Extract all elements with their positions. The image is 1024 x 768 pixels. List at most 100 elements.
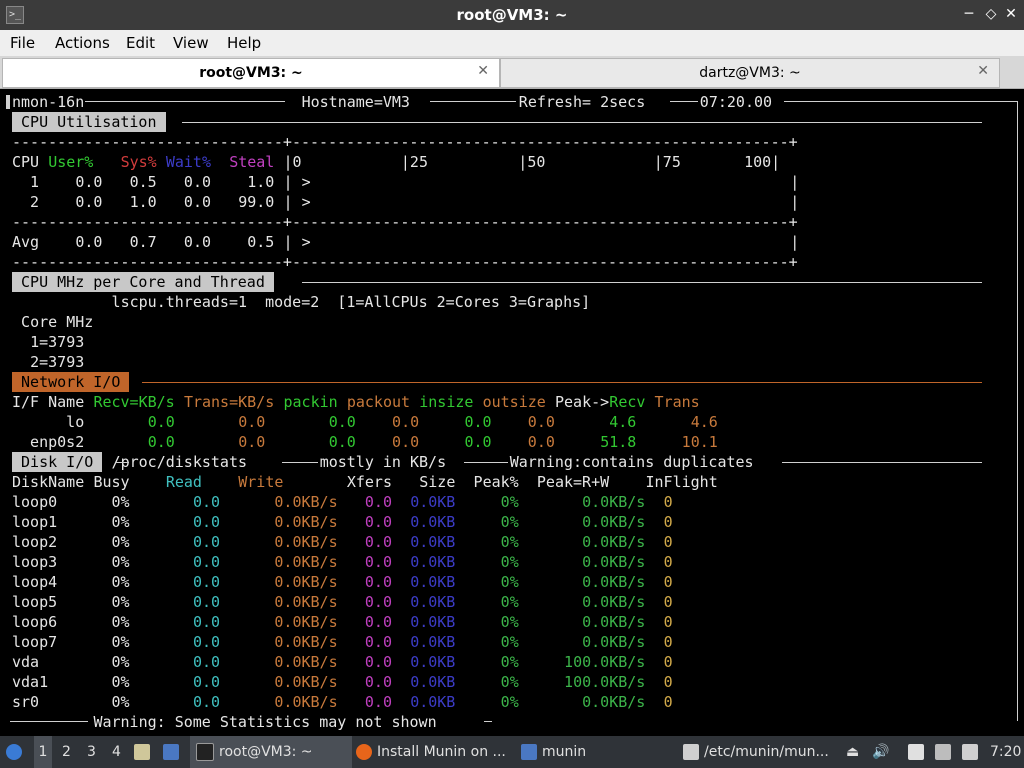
workspace-3[interactable]: 3 <box>87 736 96 768</box>
volume-icon[interactable]: 🔊 <box>872 736 889 768</box>
disk-inflight: 0 <box>663 593 673 611</box>
disk-col-inflight: InFlight <box>645 473 718 491</box>
cpu-divider: ------------------------------+---------… <box>12 133 798 151</box>
disk-read: 0.0 <box>174 653 221 671</box>
task-folder-label: munin <box>542 744 587 760</box>
close-tab-icon[interactable]: ✕ <box>977 63 989 79</box>
disk-size: 0.0KB <box>410 493 456 511</box>
disk-xfers: 0.0 <box>346 533 392 551</box>
disk-read: 0.0 <box>174 553 221 571</box>
editor-icon <box>683 744 699 760</box>
clock[interactable]: 7:20 <box>990 736 1021 768</box>
menu-actions[interactable]: Actions <box>55 34 110 52</box>
task-editor[interactable]: /etc/munin/mun... <box>683 736 829 768</box>
disk-busy: 0% <box>102 693 130 711</box>
disk-inflight: 0 <box>663 493 673 511</box>
taskbar: 1 2 3 4 root@VM3: ~ Install Munin on ...… <box>0 736 1024 768</box>
terminal-view[interactable]: nmon-16n Hostname=VM3 Refresh= 2secs 07:20.… <box>0 89 1024 735</box>
separator-line <box>484 721 492 722</box>
task-folder[interactable]: munin <box>521 736 586 768</box>
disk-xfers: 0.0 <box>346 673 392 691</box>
cpu-wait: 0.0 <box>174 193 212 211</box>
task-firefox[interactable]: Install Munin on ... <box>356 736 506 768</box>
start-menu-icon[interactable] <box>6 736 27 768</box>
disk-name: loop2 <box>12 533 58 551</box>
disk-name: loop1 <box>12 513 58 531</box>
disk-inflight: 0 <box>663 693 673 711</box>
notification-icon[interactable] <box>962 736 983 768</box>
disk-inflight: 0 <box>663 613 673 631</box>
tab-dartz[interactable]: dartz@VM3: ~ ✕ <box>500 58 1000 88</box>
workspace-4[interactable]: 4 <box>112 736 121 768</box>
menu-view[interactable]: View <box>173 34 209 52</box>
eject-icon[interactable]: ⏏ <box>846 736 859 768</box>
tab-root[interactable]: root@VM3: ~ ✕ <box>2 58 500 88</box>
firefox-icon <box>356 744 372 760</box>
menu-help[interactable]: Help <box>227 34 261 52</box>
disk-inflight: 0 <box>663 653 673 671</box>
menu-file[interactable]: File <box>10 34 35 52</box>
cpu-bar-border: | <box>283 233 293 251</box>
disk-read: 0.0 <box>174 593 221 611</box>
disk-read: 0.0 <box>174 613 221 631</box>
disk-inflight: 0 <box>663 553 673 571</box>
net-col-trans: Trans=KB/s <box>183 393 275 411</box>
disk-read: 0.0 <box>174 533 221 551</box>
disk-busy: 0% <box>102 573 130 591</box>
net-col-peak-recv: Recv <box>609 393 646 411</box>
maximize-button[interactable]: ◇ <box>982 5 1000 23</box>
tab-root-label: root@VM3: ~ <box>199 65 303 81</box>
disk-col-size: Size <box>419 473 456 491</box>
cpu-user: 0.0 <box>66 193 103 211</box>
disk-write: 0.0KB/s <box>256 493 338 511</box>
disk-xfers: 0.0 <box>346 693 392 711</box>
disk-busy: 0% <box>102 513 130 531</box>
cpu-col-steal: Steal <box>229 153 275 171</box>
disk-col-peak: Peak% <box>473 473 519 491</box>
disk-name: vda <box>12 653 40 671</box>
separator-line <box>464 462 508 463</box>
net-peak-recv: 51.8 <box>591 433 637 451</box>
disk-inflight: 0 <box>663 633 673 651</box>
disk-peak: 0% <box>491 513 519 531</box>
close-tab-icon[interactable]: ✕ <box>477 63 489 79</box>
close-button[interactable]: ✕ <box>1002 5 1020 23</box>
cpu-steal: 1.0 <box>229 173 275 191</box>
net-col-packin: packin <box>283 393 338 411</box>
net-peak-recv: 4.6 <box>591 413 637 431</box>
cpu-bar-border: | <box>283 193 293 211</box>
disk-size: 0.0KB <box>410 533 456 551</box>
minimize-button[interactable]: ─ <box>960 5 978 23</box>
window-title: root@VM3: ~ <box>456 6 568 24</box>
file-manager-launcher-icon[interactable] <box>134 736 155 768</box>
disk-peak: 0% <box>491 493 519 511</box>
window-titlebar[interactable]: >_ root@VM3: ~ ─ ◇ ✕ <box>0 0 1024 30</box>
task-terminal-label: root@VM3: ~ <box>219 744 313 760</box>
disk-peak: 0% <box>491 553 519 571</box>
separator-line <box>142 382 982 383</box>
disk-size: 0.0KB <box>410 573 456 591</box>
disk-name: loop3 <box>12 553 58 571</box>
workspace-1[interactable]: 1 <box>34 736 52 768</box>
menu-edit[interactable]: Edit <box>126 34 155 52</box>
net-outsize: 0.0 <box>509 413 555 431</box>
cpu-bar: > <box>301 173 311 191</box>
nmon-screen: nmon-16n Hostname=VM3 Refresh= 2secs 07:20.… <box>0 89 1024 735</box>
net-ifname: lo <box>12 413 85 431</box>
desktop-launcher-icon[interactable] <box>163 736 184 768</box>
net-peak-trans: 10.1 <box>672 433 718 451</box>
tab-dartz-label: dartz@VM3: ~ <box>699 65 801 81</box>
separator-line <box>182 122 982 123</box>
net-col-ifname: I/F Name <box>12 393 85 411</box>
cpu-divider: ------------------------------+---------… <box>12 213 798 231</box>
net-trans: 0.0 <box>220 433 266 451</box>
network-icon[interactable] <box>935 736 956 768</box>
disk-inflight: 0 <box>663 513 673 531</box>
separator-line <box>430 101 516 102</box>
disk-xfers: 0.0 <box>346 593 392 611</box>
task-terminal[interactable]: root@VM3: ~ <box>190 736 352 768</box>
clipboard-icon[interactable] <box>908 736 929 768</box>
disk-size: 0.0KB <box>410 633 456 651</box>
workspace-2[interactable]: 2 <box>62 736 71 768</box>
disk-size: 0.0KB <box>410 653 456 671</box>
